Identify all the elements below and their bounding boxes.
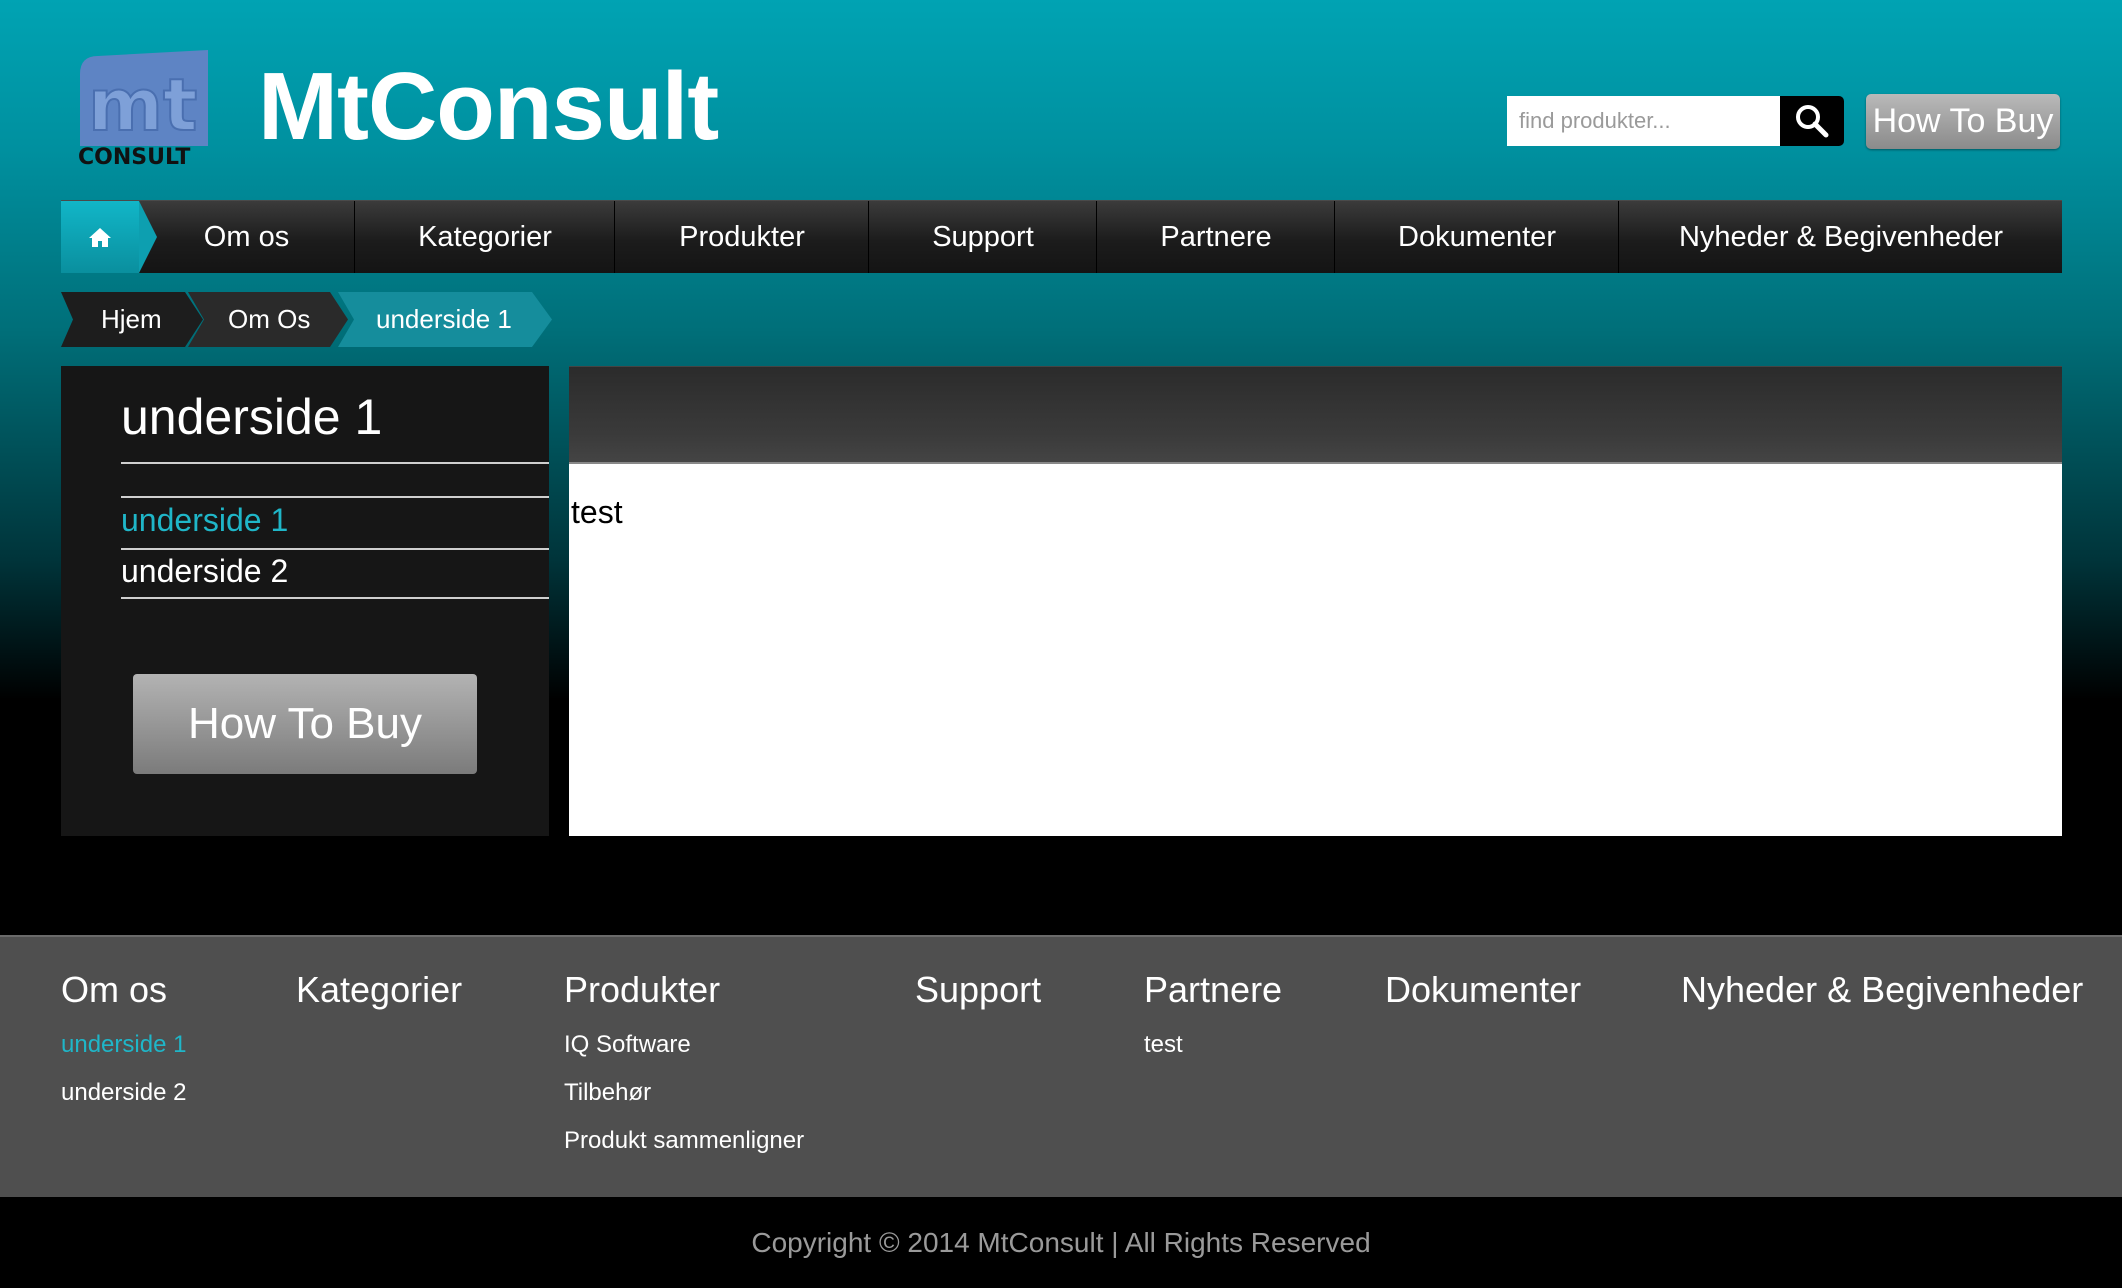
main-nav: Om os Kategorier Produkter Support Partn… xyxy=(61,200,2062,273)
footer-heading-support[interactable]: Support xyxy=(915,969,1041,1011)
copyright-text: Copyright © 2014 MtConsult | All Rights … xyxy=(751,1226,1371,1258)
footer-link-test[interactable]: test xyxy=(1144,1031,1183,1059)
breadcrumb-label: Hjem xyxy=(101,304,162,334)
footer-heading-partnere[interactable]: Partnere xyxy=(1144,969,1282,1011)
content-header-bar xyxy=(569,366,2062,462)
footer-heading-nyheder[interactable]: Nyheder & Begivenheder xyxy=(1681,969,2083,1011)
footer-heading-om-os[interactable]: Om os xyxy=(61,969,167,1011)
breadcrumb-current[interactable]: underside 1 xyxy=(338,292,552,347)
footer-link-tilbehor[interactable]: Tilbehør xyxy=(564,1079,651,1107)
site-logo[interactable]: mt CONSULT xyxy=(74,46,214,170)
content-text: test xyxy=(571,494,623,530)
nav-item-om-os[interactable]: Om os xyxy=(139,201,354,273)
footer-heading-produkter[interactable]: Produkter xyxy=(564,969,720,1011)
nav-item-support[interactable]: Support xyxy=(868,201,1097,273)
nav-item-partnere[interactable]: Partnere xyxy=(1096,201,1335,273)
footer-link-iq-software[interactable]: IQ Software xyxy=(564,1031,691,1059)
search-input[interactable] xyxy=(1507,96,1780,146)
sidebar-link-underside-2[interactable]: underside 2 xyxy=(121,553,288,590)
nav-item-produkter[interactable]: Produkter xyxy=(614,201,869,273)
divider xyxy=(121,496,549,498)
nav-item-dokumenter[interactable]: Dokumenter xyxy=(1334,201,1619,273)
footer-heading-kategorier[interactable]: Kategorier xyxy=(296,969,462,1011)
footer-link-underside-2[interactable]: underside 2 xyxy=(61,1079,186,1107)
logo-subtext: CONSULT xyxy=(78,145,190,170)
nav-item-kategorier[interactable]: Kategorier xyxy=(354,201,615,273)
sidebar-title: underside 1 xyxy=(121,389,383,445)
search-icon xyxy=(1796,105,1829,138)
footer-link-produkt-sammenligner[interactable]: Produkt sammenligner xyxy=(564,1127,804,1155)
sidebar-link-underside-1[interactable]: underside 1 xyxy=(121,502,288,539)
breadcrumb-home[interactable]: Hjem xyxy=(61,292,203,347)
divider xyxy=(121,548,549,550)
sidebar-how-to-buy-button[interactable]: How To Buy xyxy=(133,674,477,774)
breadcrumb-label: underside 1 xyxy=(376,304,512,334)
divider xyxy=(121,597,549,599)
breadcrumb-om-os[interactable]: Om Os xyxy=(188,292,348,347)
divider xyxy=(121,462,549,464)
breadcrumb-label: Om Os xyxy=(228,304,311,334)
logo-letters: mt xyxy=(88,63,197,147)
nav-item-nyheder[interactable]: Nyheder & Begivenheder xyxy=(1618,201,2063,273)
footer-link-underside-1[interactable]: underside 1 xyxy=(61,1031,186,1059)
search-button[interactable] xyxy=(1780,96,1844,146)
footer-heading-dokumenter[interactable]: Dokumenter xyxy=(1385,969,1581,1011)
sidebar: underside 1 underside 1 underside 2 How … xyxy=(61,366,549,836)
copyright-bar: Copyright © 2014 MtConsult | All Rights … xyxy=(0,1197,2122,1288)
content-body: test xyxy=(569,462,2062,836)
site-title[interactable]: MtConsult xyxy=(258,52,719,162)
how-to-buy-button[interactable]: How To Buy xyxy=(1866,94,2060,149)
home-icon xyxy=(89,228,111,247)
nav-home[interactable] xyxy=(61,201,157,273)
footer: Om os underside 1 underside 2 Kategorier… xyxy=(0,935,2122,1197)
